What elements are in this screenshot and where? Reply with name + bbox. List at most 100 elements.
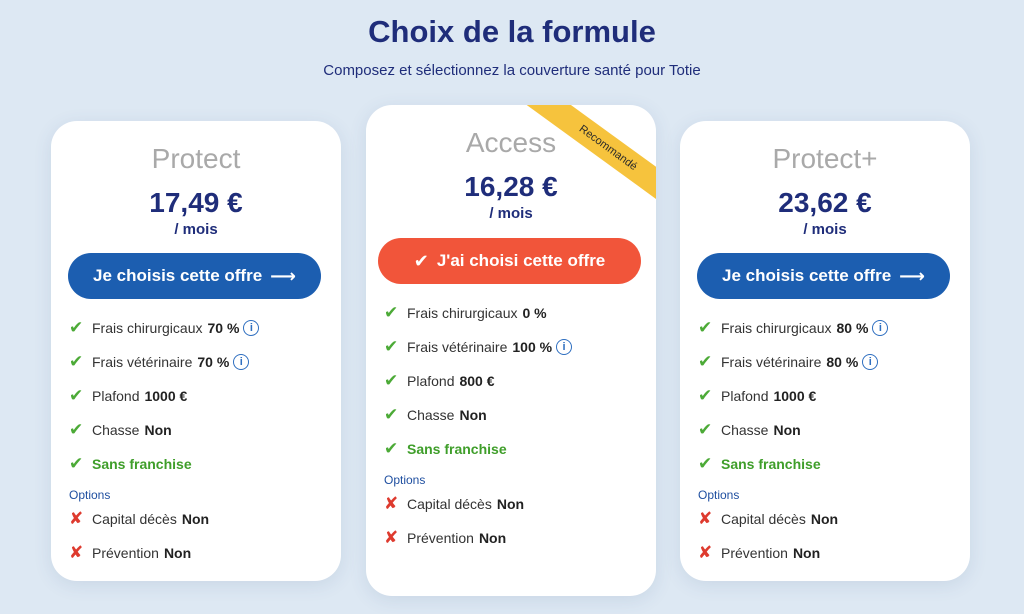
feature-ceiling: ✔ Plafond 1000 € [69,385,187,407]
page-subtitle: Composez et sélectionnez la couverture s… [323,62,701,79]
option-value: Non [181,511,210,527]
check-icon: ✔ [384,439,399,458]
feature-value: 80 % [836,320,869,336]
option-value: Non [792,545,821,561]
feature-no-deductible: ✔ Sans franchise [698,453,821,475]
check-icon: ✔ [698,318,713,337]
option-prevention: ✘ Prévention Non [69,542,191,564]
feature-value: Non [773,422,801,438]
feature-hunting: ✔ Chasse Non [384,404,487,426]
choose-offer-label: Je choisis cette offre [722,266,892,285]
feature-no-deductible: ✔ Sans franchise [384,438,507,460]
feature-hunting: ✔ Chasse Non [69,419,172,441]
feature-label: Frais vétérinaire [407,339,508,355]
check-icon: ✔ [69,386,84,405]
feature-value: 1000 € [773,388,817,404]
feature-value: Non [459,407,487,423]
cross-icon: ✘ [384,528,399,547]
check-icon: ✔ [69,352,84,371]
feature-value: Non [144,422,172,438]
feature-label: Frais chirurgicaux [92,320,203,336]
plan-price: 17,49 € [149,187,243,218]
feature-label: Frais vétérinaire [92,354,193,370]
option-label: Capital décès [92,511,177,527]
page-title: Choix de la formule [368,14,656,49]
option-death-capital: ✘ Capital décès Non [69,508,209,530]
feature-value: 70 % [197,354,230,370]
feature-hunting: ✔ Chasse Non [698,419,801,441]
arrow-right-icon: ⟶ [270,265,296,286]
option-label: Capital décès [721,511,806,527]
check-icon: ✔ [413,250,429,271]
options-label: Options [698,488,740,502]
feature-value: 100 % [512,339,553,355]
info-icon[interactable]: i [243,320,260,336]
option-value: Non [810,511,839,527]
cross-icon: ✘ [69,509,84,528]
options-label: Options [69,488,111,502]
feature-vet: ✔ Frais vétérinaire 70 % i [69,351,250,373]
info-icon[interactable]: i [556,339,573,355]
info-icon[interactable]: i [862,354,879,370]
feature-value: 70 % [207,320,240,336]
choose-offer-button[interactable]: Je choisis cette offre ⟶ [697,253,950,299]
feature-no-deductible: ✔ Sans franchise [69,453,192,475]
feature-value: 0 % [522,305,547,321]
check-icon: ✔ [698,454,713,473]
option-value: Non [478,530,507,546]
check-icon: ✔ [384,371,399,390]
plan-name: Protect [151,143,241,174]
feature-ceiling: ✔ Plafond 1000 € [698,385,816,407]
option-value: Non [163,545,192,561]
feature-vet: ✔ Frais vétérinaire 100 % i [384,336,573,358]
feature-label: Plafond [92,388,140,404]
option-death-capital: ✘ Capital décès Non [698,508,838,530]
feature-label: Chasse [407,407,455,423]
feature-label: Chasse [721,422,769,438]
plan-name: Access [465,127,557,158]
feature-label: Sans franchise [721,456,821,472]
feature-surgical: ✔ Frais chirurgicaux 80 % i [698,317,889,339]
feature-vet: ✔ Frais vétérinaire 80 % i [698,351,879,373]
check-icon: ✔ [698,386,713,405]
feature-surgical: ✔ Frais chirurgicaux 0 % [384,302,547,324]
info-icon[interactable]: i [872,320,889,336]
feature-surgical: ✔ Frais chirurgicaux 70 % i [69,317,260,339]
option-value: Non [496,496,525,512]
feature-label: Frais chirurgicaux [407,305,518,321]
chosen-offer-button[interactable]: ✔ J'ai choisi cette offre [378,238,641,284]
options-label: Options [384,473,426,487]
option-label: Prévention [721,545,788,561]
cross-icon: ✘ [698,543,713,562]
feature-label: Frais vétérinaire [721,354,822,370]
option-label: Prévention [407,530,474,546]
plan-name: Protect+ [772,143,878,174]
plan-price: 16,28 € [464,171,558,202]
plan-card-protect: Protect 17,49 € / mois Je choisis cette … [51,121,341,581]
plan-card-access: Recommandé Access 16,28 € / mois ✔ J'ai … [366,105,656,596]
cross-icon: ✘ [69,543,84,562]
cross-icon: ✘ [384,494,399,513]
plan-period: / mois [489,205,533,222]
plan-period: / mois [803,221,847,238]
feature-value: 1000 € [144,388,188,404]
feature-label: Chasse [92,422,140,438]
option-label: Prévention [92,545,159,561]
choose-offer-label: Je choisis cette offre [93,266,263,285]
check-icon: ✔ [69,420,84,439]
choose-offer-button[interactable]: Je choisis cette offre ⟶ [68,253,321,299]
plan-price: 23,62 € [778,187,872,218]
info-icon[interactable]: i [233,354,250,370]
check-icon: ✔ [698,352,713,371]
option-death-capital: ✘ Capital décès Non [384,493,524,515]
plan-period: / mois [174,221,218,238]
option-prevention: ✘ Prévention Non [384,527,506,549]
feature-label: Plafond [721,388,769,404]
cross-icon: ✘ [698,509,713,528]
option-label: Capital décès [407,496,492,512]
chosen-offer-label: J'ai choisi cette offre [436,251,606,270]
feature-value: 800 € [459,373,495,389]
check-icon: ✔ [69,318,84,337]
check-icon: ✔ [384,405,399,424]
check-icon: ✔ [69,454,84,473]
